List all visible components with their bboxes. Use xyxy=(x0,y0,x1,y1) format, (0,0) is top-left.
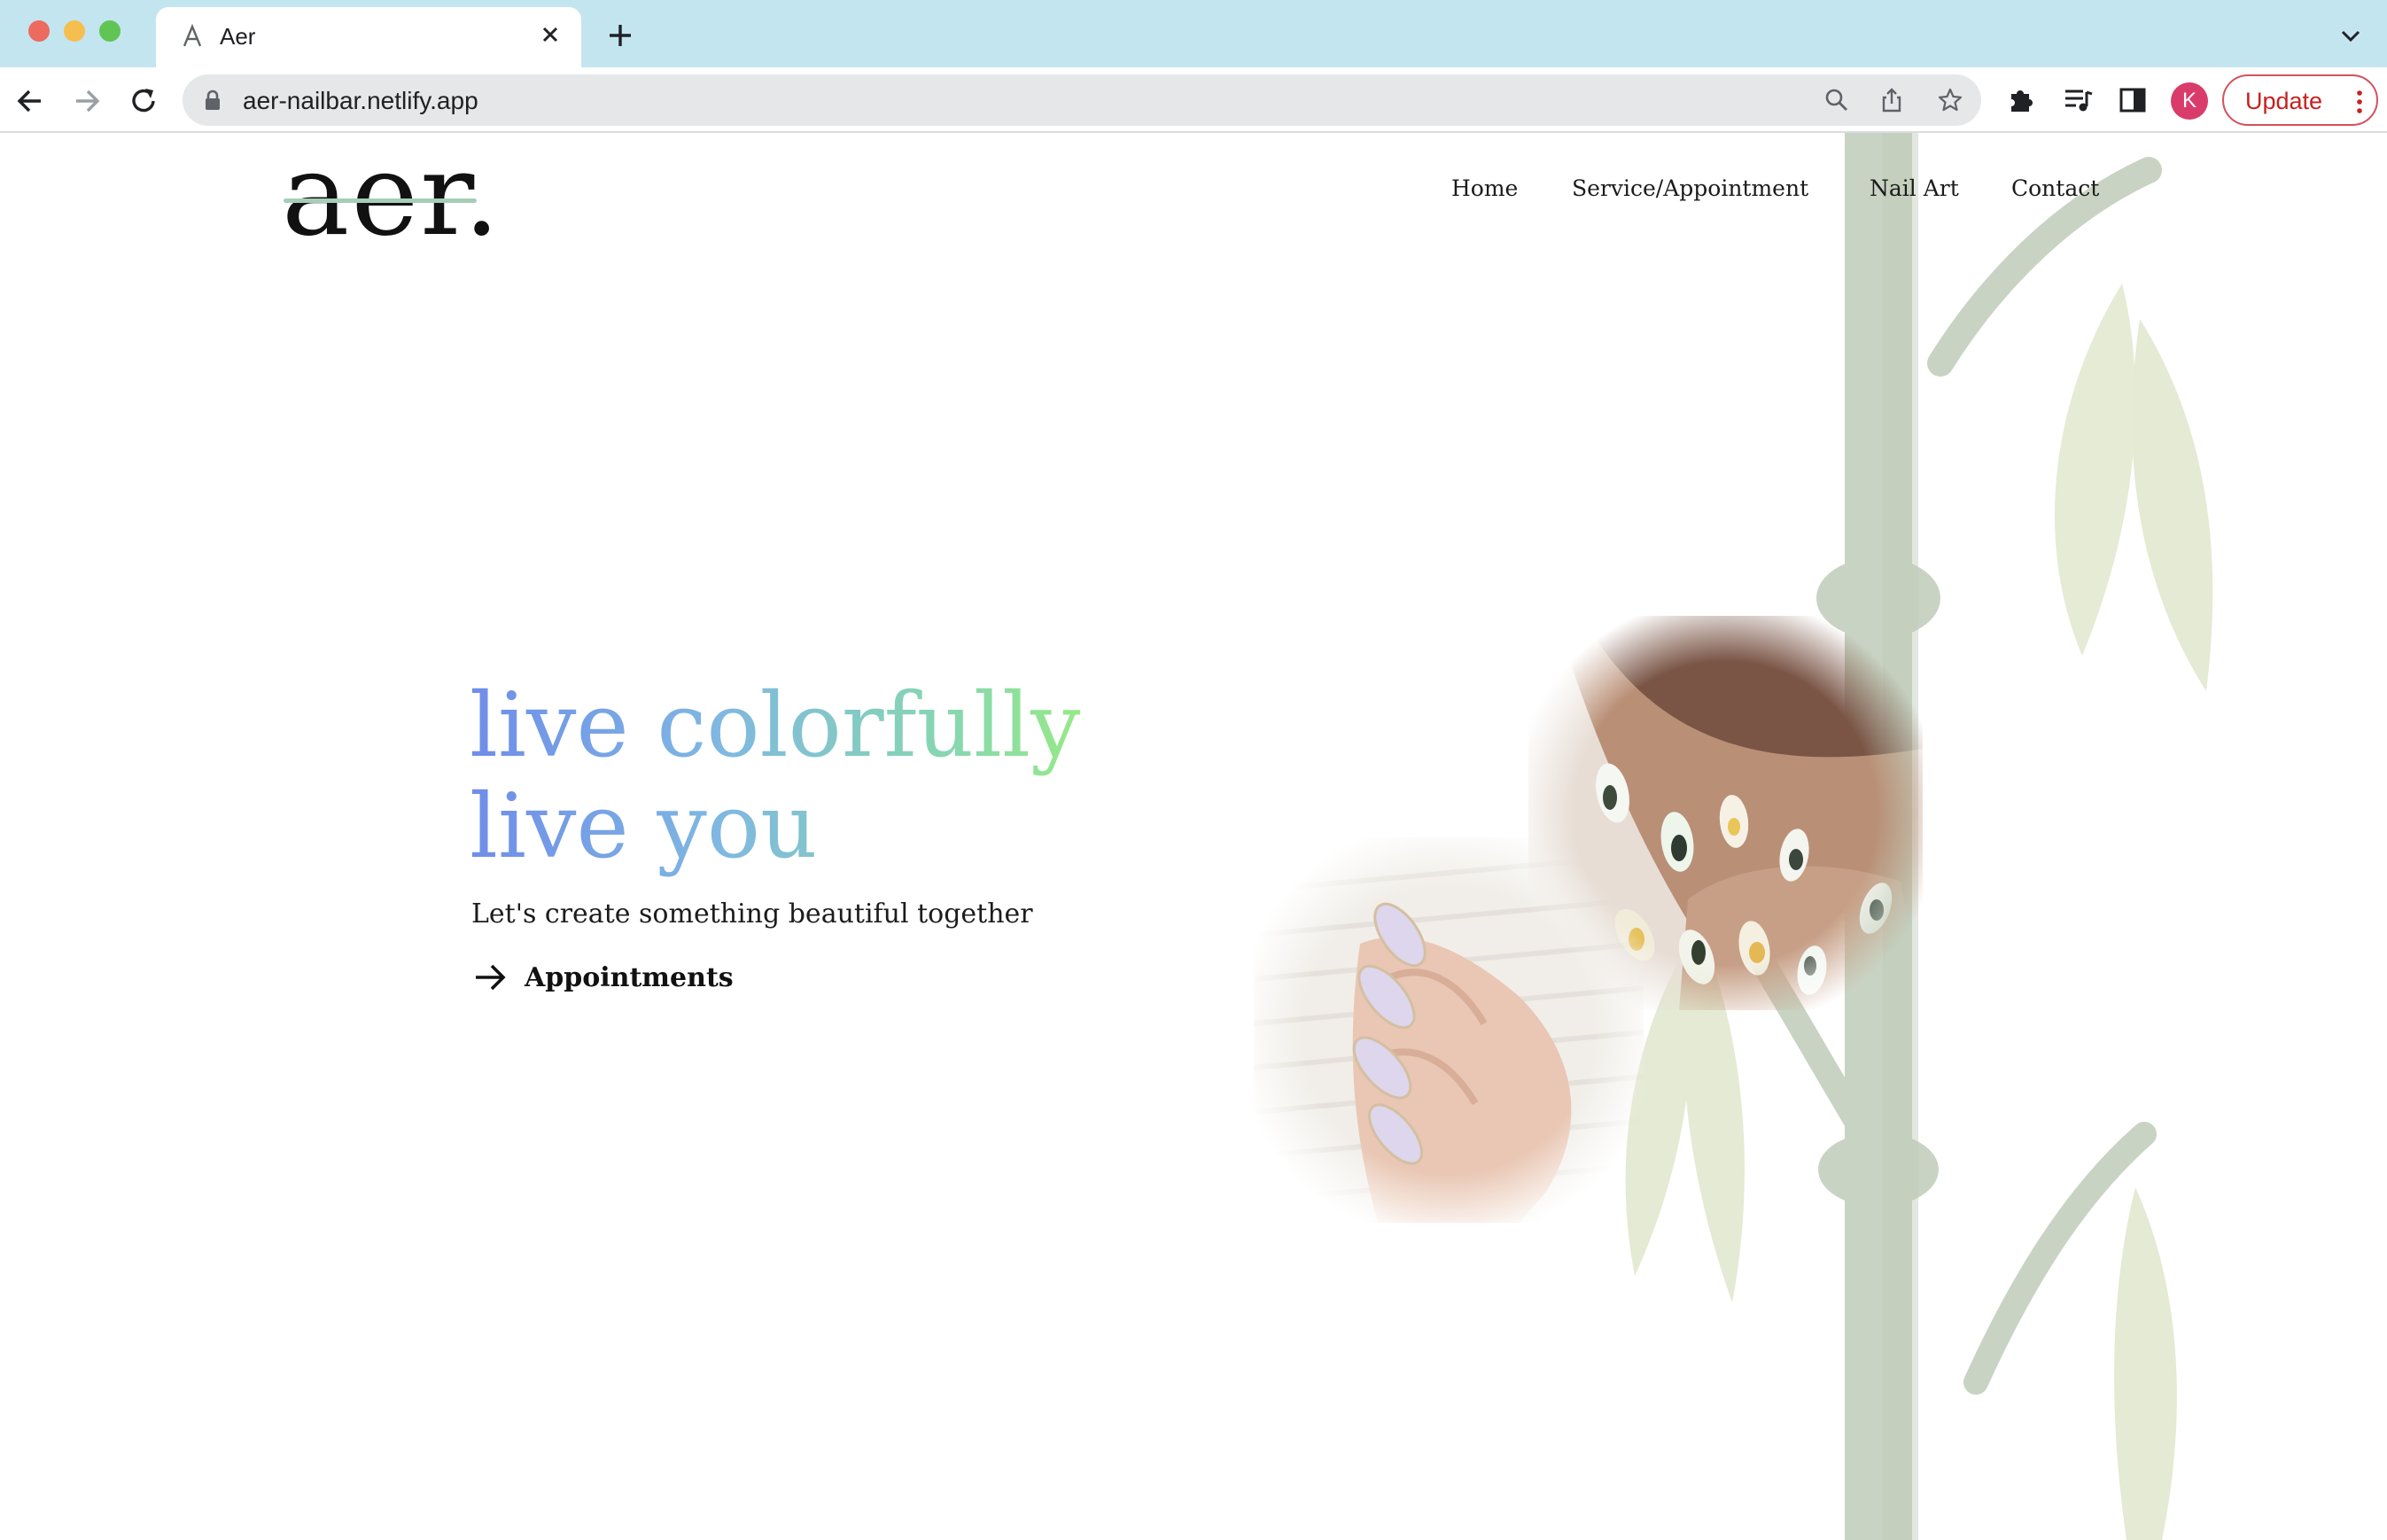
nav-link-nail-art[interactable]: Nail Art xyxy=(1870,175,1959,201)
hero-headline: live colorfully live you xyxy=(470,675,1081,877)
site-favicon-icon xyxy=(183,23,202,47)
logo-wordmark: aer. xyxy=(282,133,502,261)
tab-search-chevron-icon[interactable] xyxy=(2337,23,2364,50)
window-minimize-button[interactable] xyxy=(64,20,85,42)
appointments-link-label: Appointments xyxy=(525,962,734,993)
side-panel-icon[interactable] xyxy=(2116,83,2150,117)
hero-headline-line-2: live you xyxy=(470,774,818,878)
hero-subtitle: Let's create something beautiful togethe… xyxy=(471,898,1033,929)
nav-link-home[interactable]: Home xyxy=(1451,175,1518,201)
logo-strike-line xyxy=(284,198,477,203)
forward-arrow-icon[interactable] xyxy=(69,83,105,119)
extensions-puzzle-icon[interactable] xyxy=(2004,83,2038,117)
zoom-search-icon[interactable] xyxy=(1823,87,1850,113)
browser-tab-active[interactable]: Aer xyxy=(156,7,581,67)
new-tab-icon[interactable] xyxy=(604,19,636,51)
back-arrow-icon[interactable] xyxy=(12,83,48,119)
window-zoom-button[interactable] xyxy=(99,20,121,42)
reload-icon[interactable] xyxy=(126,83,161,119)
profile-avatar[interactable]: K xyxy=(2171,82,2208,120)
page-viewport: aer. Home Service/Appointment Nail Art C… xyxy=(0,133,2387,1540)
browser-toolbar: aer-nailbar.netlify.app K Update xyxy=(0,67,2387,133)
bookmark-star-icon[interactable] xyxy=(1937,87,1963,113)
more-vertical-icon[interactable] xyxy=(2355,89,2364,115)
update-button[interactable]: Update xyxy=(2222,74,2378,126)
url-text: aer-nailbar.netlify.app xyxy=(243,87,478,114)
media-controls-icon[interactable] xyxy=(2061,83,2095,117)
address-bar[interactable]: aer-nailbar.netlify.app xyxy=(183,74,1981,126)
nav-link-service-appointment[interactable]: Service/Appointment xyxy=(1572,175,1808,201)
site-logo[interactable]: aer. xyxy=(282,133,502,261)
nav-link-contact[interactable]: Contact xyxy=(2011,175,2099,201)
update-button-label: Update xyxy=(2245,88,2323,114)
nail-art-photo-lilac xyxy=(1254,837,1644,1223)
hero-headline-line-1: live colorfully xyxy=(470,673,1081,777)
share-icon[interactable] xyxy=(1878,87,1905,113)
browser-tab-strip: Aer xyxy=(0,0,2387,67)
tab-title: Aer xyxy=(220,23,256,50)
close-tab-icon[interactable] xyxy=(535,19,565,50)
arrow-right-icon xyxy=(476,964,506,991)
window-close-button[interactable] xyxy=(28,20,50,42)
lock-icon[interactable] xyxy=(204,89,222,111)
